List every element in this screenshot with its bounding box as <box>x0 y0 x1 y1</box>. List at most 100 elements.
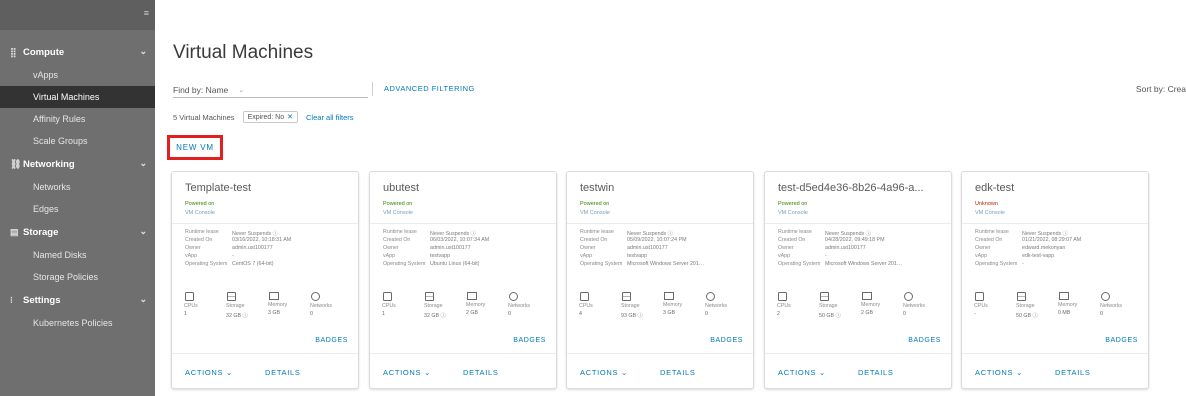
networking-icon: ⛓ <box>10 158 22 169</box>
vm-card: test-d5ed4e36-8b26-4a96-a... Powered on … <box>764 171 952 389</box>
close-icon[interactable]: ✕ <box>287 114 293 121</box>
vm-properties: Runtime lease Never Suspends ⓘ Created On… <box>975 229 1143 269</box>
collapse-icon[interactable]: ≡ <box>144 8 149 18</box>
badges-link[interactable]: BADGES <box>1105 337 1138 344</box>
prop-value: admin.ust100177 <box>430 245 471 251</box>
actions-button[interactable]: ACTIONS ⌄ <box>383 368 431 377</box>
stat-value: 3 GB <box>268 310 281 316</box>
find-by-select[interactable]: Find by: Name ⌄ <box>173 82 368 98</box>
prop-label: Operating System <box>383 261 426 267</box>
badges-link[interactable]: BADGES <box>315 337 348 344</box>
divider <box>962 223 1148 224</box>
badges-link[interactable]: BADGES <box>710 337 743 344</box>
sidebar: ≡ ⣿ Compute ⌄ vApps Virtual Machines Aff… <box>0 0 155 396</box>
prop-label: Created On <box>778 237 806 243</box>
prop-label: Owner <box>778 245 794 251</box>
details-button[interactable]: DETAILS <box>660 368 696 377</box>
sidebar-group-label: Compute <box>23 46 65 58</box>
actions-button[interactable]: ACTIONS ⌄ <box>185 368 233 377</box>
vm-card-title[interactable]: test-d5ed4e36-8b26-4a96-a... <box>778 182 943 194</box>
vm-console-link[interactable]: VM Console <box>975 210 1005 216</box>
sidebar-item-virtual-machines[interactable]: Virtual Machines <box>0 86 155 108</box>
actions-button[interactable]: ACTIONS ⌄ <box>580 368 628 377</box>
storage-icon <box>1017 292 1026 301</box>
find-by-label: Find by: Name <box>173 84 229 95</box>
prop-vapp: vApp edk-test-vapp <box>975 253 1143 261</box>
sidebar-item-storage-policies[interactable]: Storage Policies <box>0 266 155 288</box>
clear-all-filters-link[interactable]: Clear all filters <box>306 113 354 122</box>
sidebar-group-storage[interactable]: ▤ Storage ⌄ <box>0 220 155 244</box>
page-title: Virtual Machines <box>173 42 314 63</box>
vm-card-title[interactable]: edk-test <box>975 182 1140 194</box>
details-button[interactable]: DETAILS <box>463 368 499 377</box>
vm-card-title[interactable]: Template-test <box>185 182 350 194</box>
prop-label: Created On <box>580 237 608 243</box>
network-icon <box>706 292 715 301</box>
vm-stats: CPUs - Storage 50 GB ⓘ Memory 0 MB Netwo… <box>974 292 1142 319</box>
vm-console-link[interactable]: VM Console <box>185 210 215 216</box>
prop-value: 05/09/2022, 10:07:24 PM <box>627 237 687 243</box>
prop-value: edk-test-vapp <box>1022 253 1055 259</box>
vm-card-title[interactable]: testwin <box>580 182 745 194</box>
vm-console-link[interactable]: VM Console <box>383 210 413 216</box>
cpu-icon <box>383 292 392 301</box>
stat-value: 32 GB ⓘ <box>424 313 446 319</box>
prop-label: vApp <box>778 253 791 259</box>
advanced-filtering-link[interactable]: ADVANCED FILTERING <box>384 84 475 93</box>
filter-chip-label: Expired: No <box>247 114 285 121</box>
vm-card: ubutest Powered on VM Console Runtime le… <box>369 171 557 389</box>
divider <box>765 223 951 224</box>
sidebar-item-networks[interactable]: Networks <box>0 176 155 198</box>
stat-value: 93 GB ⓘ <box>621 313 643 319</box>
stat-networks: Networks 0 <box>1100 292 1142 319</box>
sidebar-item-vapps[interactable]: vApps <box>0 64 155 86</box>
prop-label: Operating System <box>975 261 1018 267</box>
divider <box>172 223 358 224</box>
actions-button[interactable]: ACTIONS ⌄ <box>778 368 826 377</box>
stat-memory: Memory 3 GB <box>268 292 310 319</box>
actions-button[interactable]: ACTIONS ⌄ <box>975 368 1023 377</box>
prop-label: vApp <box>580 253 593 259</box>
sidebar-item-kubernetes-policies[interactable]: Kubernetes Policies <box>0 312 155 334</box>
stat-storage: Storage 50 GB ⓘ <box>819 292 861 319</box>
prop-value: Microsoft Windows Server 201… <box>825 261 903 267</box>
stat-label: CPUs <box>777 303 791 309</box>
details-button[interactable]: DETAILS <box>265 368 301 377</box>
stat-value: 1 <box>184 311 187 317</box>
memory-icon <box>467 292 477 300</box>
sidebar-group-settings[interactable]: ⁝ Settings ⌄ <box>0 288 155 312</box>
sidebar-group-compute[interactable]: ⣿ Compute ⌄ <box>0 40 155 64</box>
filter-chip-expired[interactable]: Expired: No ✕ <box>242 111 299 123</box>
stat-memory: Memory 2 GB <box>861 292 903 319</box>
chevron-down-icon[interactable]: ⌄ <box>139 158 147 169</box>
sort-by-select[interactable]: Sort by: Crea <box>1136 84 1186 94</box>
chevron-down-icon[interactable]: ⌄ <box>139 294 147 305</box>
cpu-icon <box>185 292 194 301</box>
prop-created-on: Created On 05/09/2022, 10:07:24 PM <box>580 237 748 245</box>
vm-card-title[interactable]: ubutest <box>383 182 548 194</box>
badges-link[interactable]: BADGES <box>513 337 546 344</box>
prop-owner: Owner admin.ust100177 <box>778 245 946 253</box>
new-vm-button[interactable]: NEW VM <box>176 143 214 152</box>
vm-console-link[interactable]: VM Console <box>580 210 610 216</box>
details-button[interactable]: DETAILS <box>858 368 894 377</box>
stat-value: 4 <box>579 311 582 317</box>
main-content: Virtual Machines Find by: Name ⌄ ADVANCE… <box>155 0 1186 396</box>
sidebar-item-edges[interactable]: Edges <box>0 198 155 220</box>
sidebar-item-scale-groups[interactable]: Scale Groups <box>0 130 155 152</box>
details-button[interactable]: DETAILS <box>1055 368 1091 377</box>
chevron-down-icon[interactable]: ⌄ <box>139 226 147 237</box>
sidebar-collapse-bar[interactable]: ≡ <box>0 0 155 30</box>
prop-label: Runtime lease <box>778 229 812 235</box>
stat-label: CPUs <box>382 303 396 309</box>
chevron-down-icon[interactable]: ⌄ <box>139 46 147 57</box>
prop-value: - <box>1022 261 1024 267</box>
badges-link[interactable]: BADGES <box>908 337 941 344</box>
prop-label: Runtime lease <box>580 229 614 235</box>
sidebar-group-networking[interactable]: ⛓ Networking ⌄ <box>0 152 155 176</box>
sidebar-group-label: Storage <box>23 226 59 238</box>
sidebar-item-affinity-rules[interactable]: Affinity Rules <box>0 108 155 130</box>
vm-console-link[interactable]: VM Console <box>778 210 808 216</box>
prop-runtime-lease: Runtime lease Never Suspends ⓘ <box>580 229 748 237</box>
sidebar-item-named-disks[interactable]: Named Disks <box>0 244 155 266</box>
